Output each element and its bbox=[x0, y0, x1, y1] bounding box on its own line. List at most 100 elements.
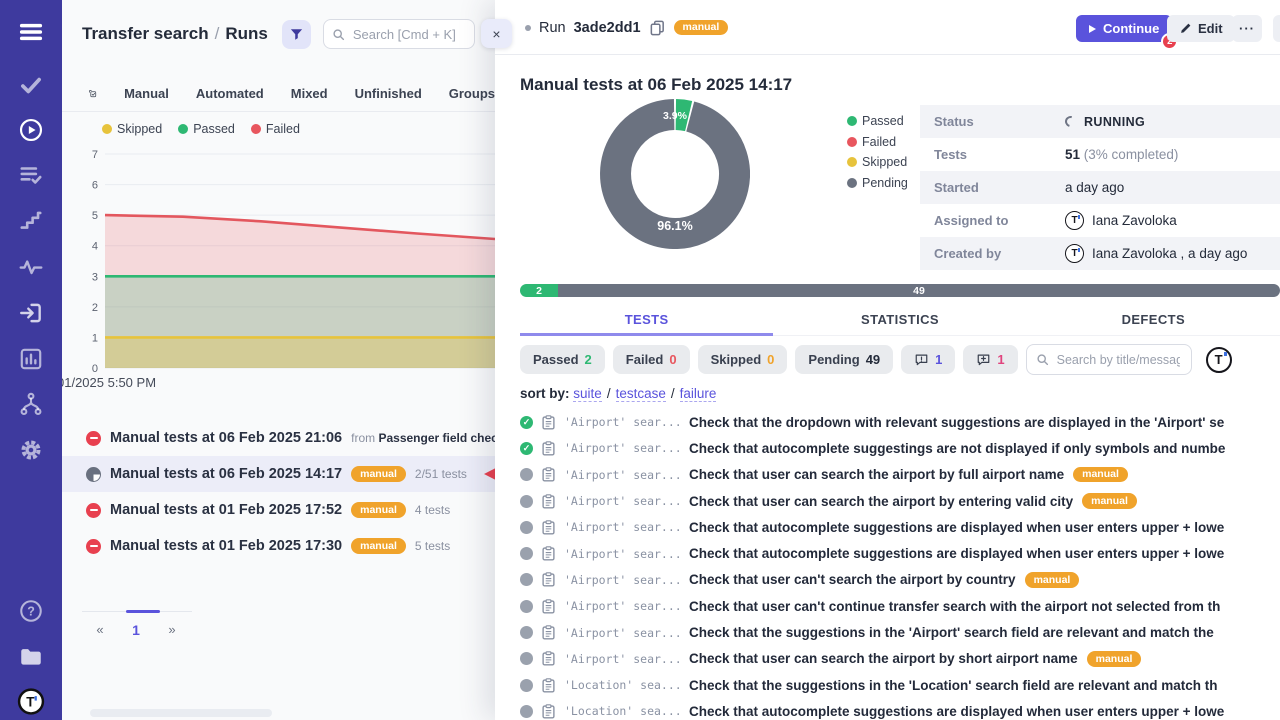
run-title: Manual tests at 01 Feb 2025 17:30 bbox=[110, 538, 342, 554]
runs-tab-unfinished[interactable]: Unfinished bbox=[355, 86, 422, 101]
test-row[interactable]: 'Location' sea...Check that autocomplete… bbox=[520, 698, 1280, 720]
pulse-icon[interactable] bbox=[18, 254, 44, 280]
runs-tab-groups[interactable]: Groups bbox=[449, 86, 495, 101]
play-circle-icon[interactable] bbox=[18, 117, 44, 143]
breadcrumb-section[interactable]: Transfer search bbox=[82, 24, 209, 43]
gear-icon[interactable] bbox=[18, 437, 44, 463]
test-passed-icon bbox=[520, 442, 533, 455]
trend-chart-legend: SkippedPassedFailed bbox=[102, 122, 300, 136]
test-row[interactable]: 'Airport' sear...Check that user can't s… bbox=[520, 567, 1280, 593]
run-list-item[interactable]: Manual tests at 01 Feb 2025 17:30manual5… bbox=[62, 528, 495, 564]
test-suite: 'Airport' sear... bbox=[564, 415, 680, 429]
manual-badge: manual bbox=[1082, 493, 1137, 509]
horizontal-scrollbar[interactable] bbox=[90, 709, 272, 717]
run-detail-header: Run 3ade2dd1 manual Continue 2 Edit ··· bbox=[495, 0, 1280, 55]
chart-box-icon[interactable] bbox=[18, 346, 44, 372]
runs-tab-mixed[interactable]: Mixed bbox=[291, 86, 328, 101]
runs-tab-automated[interactable]: Automated bbox=[196, 86, 264, 101]
folder-icon[interactable] bbox=[18, 644, 44, 670]
info-row-status: StatusRUNNING bbox=[920, 105, 1280, 138]
filter-button[interactable] bbox=[282, 20, 311, 49]
continue-button[interactable]: Continue 2 bbox=[1076, 15, 1172, 42]
sort-separator: / bbox=[666, 386, 680, 401]
comment-add-button[interactable]: 1 bbox=[963, 345, 1017, 374]
test-row[interactable]: 'Airport' sear...Check that user can't c… bbox=[520, 593, 1280, 619]
run-failed-icon bbox=[86, 431, 101, 446]
funnel-icon bbox=[289, 27, 304, 42]
copy-icon[interactable] bbox=[649, 19, 666, 36]
test-row[interactable]: 'Airport' sear...Check that the suggesti… bbox=[520, 619, 1280, 645]
runs-search-box[interactable] bbox=[323, 19, 475, 49]
testcase-icon bbox=[542, 704, 555, 719]
pagination-next-button[interactable]: » bbox=[154, 622, 190, 638]
run-list-item[interactable]: Manual tests at 06 Feb 2025 14:17manual2… bbox=[62, 456, 495, 492]
sort-links: suite/testcase/failure bbox=[573, 386, 716, 402]
steps-icon[interactable] bbox=[18, 207, 44, 233]
test-title: Check that user can't search the airport… bbox=[689, 572, 1016, 587]
manual-badge: manual bbox=[1073, 467, 1128, 483]
filter-pending-button[interactable]: Pending49 bbox=[795, 345, 893, 374]
sort-by-failure[interactable]: failure bbox=[680, 386, 717, 402]
testcase-icon bbox=[542, 572, 555, 587]
test-suite: 'Airport' sear... bbox=[564, 441, 680, 455]
branch-icon[interactable] bbox=[18, 391, 44, 417]
test-search-input[interactable] bbox=[1055, 352, 1182, 368]
info-row-created-by: Created byTIana Zavoloka , a day ago bbox=[920, 237, 1280, 270]
testcase-icon bbox=[542, 520, 555, 535]
legend-label: Failed bbox=[862, 135, 896, 149]
info-row-started: Starteda day ago bbox=[920, 171, 1280, 204]
tab-tests[interactable]: TESTS bbox=[520, 304, 773, 335]
comment-add-icon bbox=[976, 352, 991, 367]
sign-in-icon[interactable] bbox=[18, 300, 44, 326]
test-row[interactable]: 'Location' sea...Check that the suggesti… bbox=[520, 672, 1280, 698]
filter-failed-button[interactable]: Failed0 bbox=[613, 345, 690, 374]
select-all-icon[interactable] bbox=[88, 84, 97, 103]
help-icon[interactable]: ? bbox=[18, 598, 44, 624]
test-row[interactable]: 'Airport' sear...Check that autocomplete… bbox=[520, 540, 1280, 566]
test-suite: 'Airport' sear... bbox=[564, 652, 680, 666]
play-icon bbox=[1089, 25, 1096, 33]
check-icon[interactable] bbox=[18, 72, 44, 98]
runs-search-input[interactable] bbox=[351, 26, 466, 43]
filter-label: Failed bbox=[626, 352, 664, 367]
test-suite: 'Airport' sear... bbox=[564, 468, 680, 482]
test-pending-icon bbox=[520, 547, 533, 560]
filter-skipped-button[interactable]: Skipped0 bbox=[698, 345, 788, 374]
comment-button[interactable]: 1 bbox=[901, 345, 955, 374]
list-check-icon[interactable] bbox=[18, 162, 44, 188]
avatar-logo-icon[interactable]: T bbox=[18, 688, 45, 715]
breadcrumb: Transfer search/Runs bbox=[82, 24, 268, 44]
test-row[interactable]: 'Airport' sear...Check that autocomplete… bbox=[520, 514, 1280, 540]
donut-legend-skipped: Skipped bbox=[847, 155, 908, 169]
filter-passed-button[interactable]: Passed2 bbox=[520, 345, 605, 374]
tab-statistics[interactable]: STATISTICS bbox=[773, 304, 1026, 335]
clipped-action-button[interactable] bbox=[1273, 15, 1280, 42]
test-row[interactable]: 'Airport' sear...Check that user can sea… bbox=[520, 646, 1280, 672]
test-row[interactable]: 'Airport' sear...Check that autocomplete… bbox=[520, 435, 1280, 461]
info-label: Status bbox=[920, 114, 1065, 129]
menu-icon[interactable] bbox=[17, 18, 45, 46]
edit-button[interactable]: Edit bbox=[1167, 15, 1235, 42]
user-avatar[interactable]: T bbox=[1206, 347, 1232, 373]
trend-legend-passed: Passed bbox=[178, 122, 235, 136]
run-list-item[interactable]: Manual tests at 06 Feb 2025 21:06from Pa… bbox=[62, 420, 495, 456]
svg-text:7: 7 bbox=[92, 149, 98, 161]
filter-count: 2 bbox=[585, 352, 592, 367]
test-row[interactable]: 'Airport' sear...Check that the dropdown… bbox=[520, 409, 1280, 435]
tab-defects[interactable]: DEFECTS bbox=[1027, 304, 1280, 335]
sort-by-testcase[interactable]: testcase bbox=[616, 386, 666, 402]
more-actions-button[interactable]: ··· bbox=[1232, 15, 1262, 42]
test-search-box[interactable] bbox=[1026, 344, 1192, 375]
sort-by-suite[interactable]: suite bbox=[573, 386, 602, 402]
test-row[interactable]: 'Airport' sear...Check that user can sea… bbox=[520, 462, 1280, 488]
donut-legend-failed: Failed bbox=[847, 135, 908, 149]
test-row[interactable]: 'Airport' sear...Check that user can sea… bbox=[520, 488, 1280, 514]
run-in-progress-icon bbox=[86, 467, 101, 482]
run-title: Manual tests at 06 Feb 2025 14:17 bbox=[110, 466, 342, 482]
run-list-item[interactable]: Manual tests at 01 Feb 2025 17:52manual4… bbox=[62, 492, 495, 528]
pagination-page-1[interactable]: 1 bbox=[118, 622, 154, 638]
runs-tab-manual[interactable]: Manual bbox=[124, 86, 169, 101]
pagination-prev-button[interactable]: « bbox=[82, 622, 118, 638]
filter-count: 1 bbox=[997, 352, 1004, 367]
user-avatar: T bbox=[1065, 244, 1084, 263]
